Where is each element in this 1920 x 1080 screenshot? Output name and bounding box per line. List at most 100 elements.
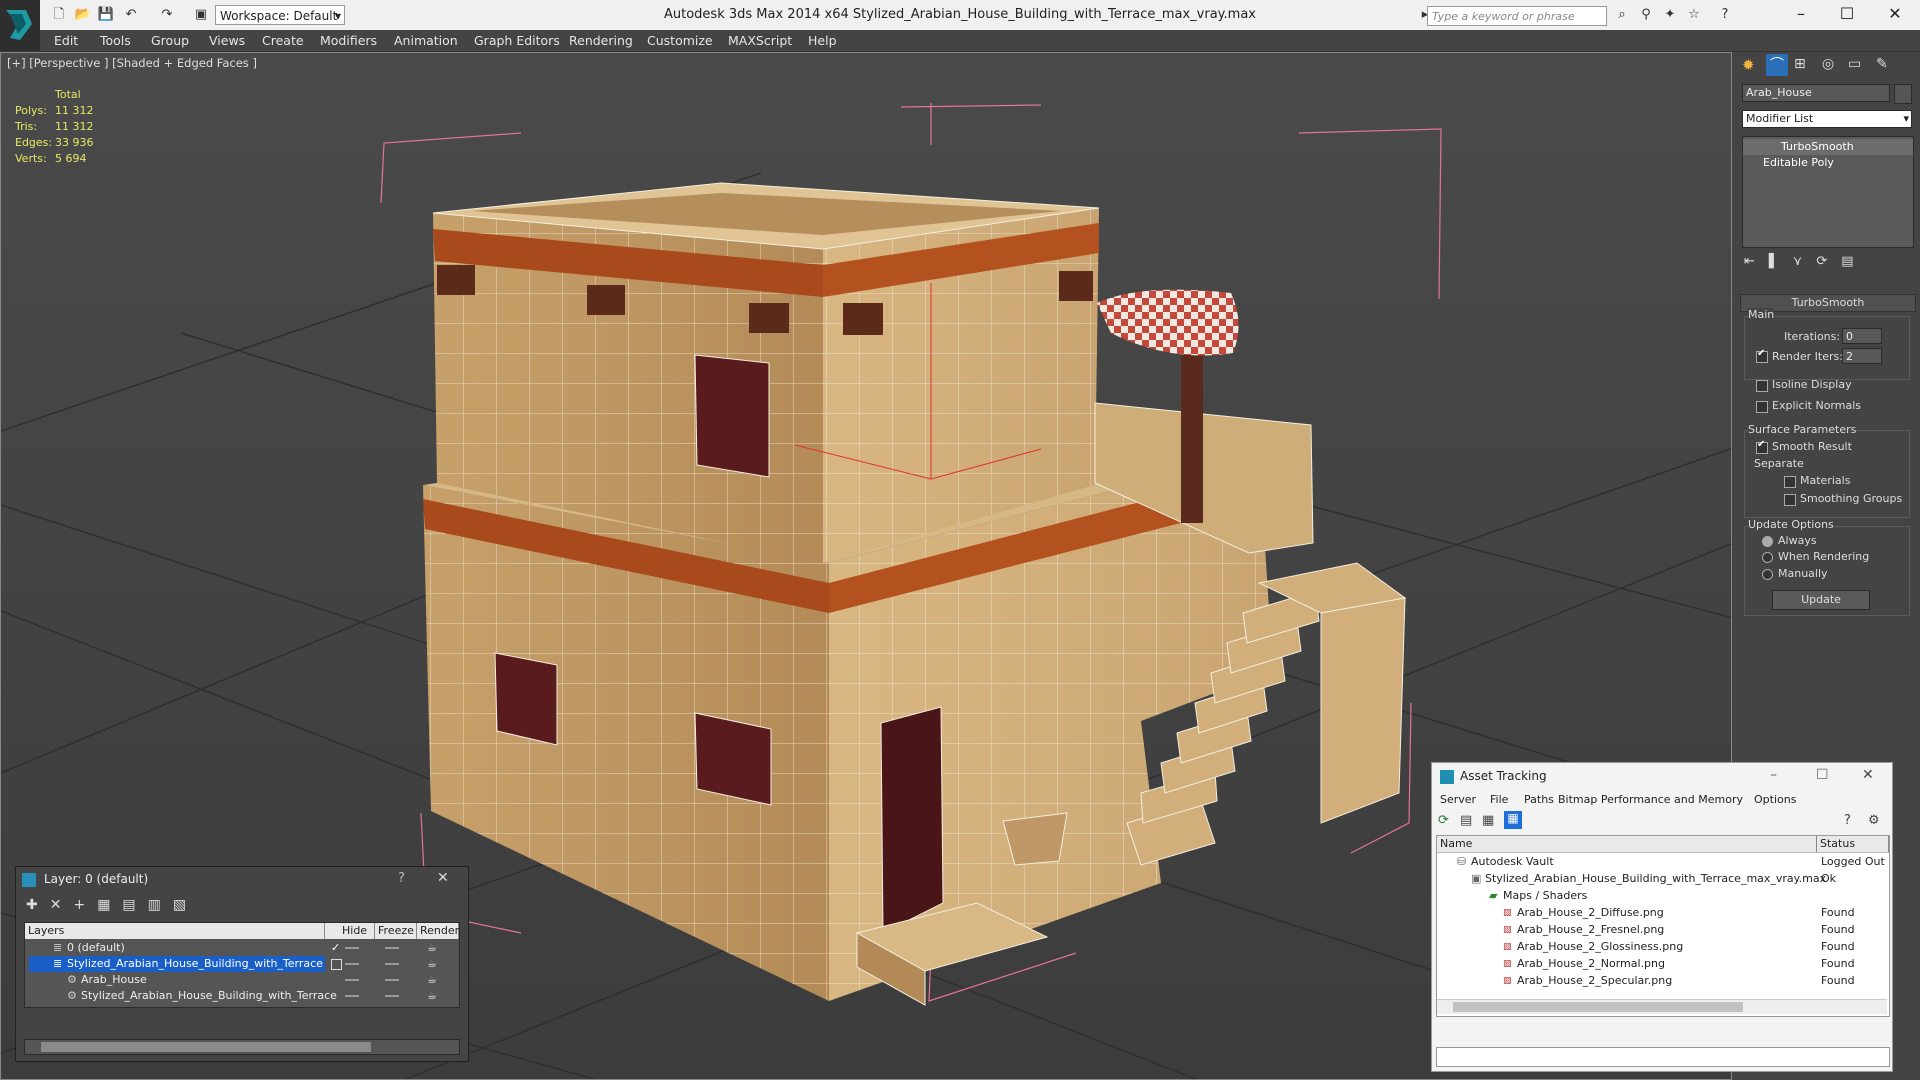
workspace-dropdown[interactable]: Workspace: Default ▾ bbox=[215, 5, 345, 25]
render-iters-spinner[interactable]: 2 bbox=[1842, 348, 1882, 364]
smoothing-groups-checkbox[interactable] bbox=[1784, 494, 1796, 506]
layer-toolbar[interactable]: ✚✕+▦▤▥▧ bbox=[26, 897, 198, 913]
stack-toolbar[interactable]: ⇤▌⋎⟳▤ bbox=[1744, 254, 1868, 269]
minimize-button[interactable]: – bbox=[1770, 767, 1777, 783]
binoculars-icon[interactable]: ⌕ bbox=[1613, 6, 1631, 24]
open-file-icon[interactable]: 📂 bbox=[74, 6, 92, 24]
hide-toggle[interactable] bbox=[345, 979, 359, 981]
menu-modifiers[interactable]: Modifiers bbox=[320, 33, 377, 48]
menu-views[interactable]: Views bbox=[209, 33, 245, 48]
modifier-list-dropdown[interactable]: Modifier List ▾ bbox=[1742, 110, 1912, 128]
freeze-toggle[interactable] bbox=[385, 995, 399, 997]
layer-row[interactable]: ⚙ Arab_House ☕ bbox=[25, 972, 459, 988]
utilities-tab-icon[interactable]: ✎ bbox=[1876, 56, 1888, 72]
asset-row[interactable]: ▰ Maps / Shaders bbox=[1437, 888, 1889, 904]
when-rendering-radio[interactable] bbox=[1762, 552, 1773, 563]
app-logo-icon[interactable] bbox=[0, 0, 40, 51]
horizontal-scrollbar[interactable] bbox=[1437, 999, 1887, 1014]
help-button[interactable]: ? bbox=[398, 871, 405, 886]
asset-row[interactable]: ⛁ Autodesk Vault Logged Out bbox=[1437, 854, 1889, 870]
layer-row[interactable]: ⚙ Stylized_Arabian_House_Building_with_T… bbox=[25, 988, 459, 1004]
isoline-checkbox[interactable] bbox=[1756, 380, 1768, 392]
column-freeze[interactable]: Freeze bbox=[375, 923, 417, 939]
render-teapot-icon[interactable]: ☕ bbox=[427, 956, 437, 972]
viewport-label[interactable]: [+] [Perspective ] [Shaded + Edged Faces… bbox=[7, 56, 257, 70]
project-folder-icon[interactable]: ▣ bbox=[192, 6, 210, 24]
menu-edit[interactable]: Edit bbox=[54, 33, 78, 48]
column-layers[interactable]: Layers bbox=[25, 923, 325, 939]
minimize-button[interactable]: – bbox=[1778, 0, 1824, 30]
stack-item-turbosmooth[interactable]: TurboSmooth bbox=[1743, 139, 1913, 155]
thumbnail-view-icon[interactable]: ▦ bbox=[1482, 813, 1494, 828]
search-input[interactable]: Type a keyword or phrase bbox=[1427, 6, 1607, 26]
render-teapot-icon[interactable]: ☕ bbox=[427, 988, 437, 1004]
asset-row[interactable]: ▧ Arab_House_2_Specular.png Found bbox=[1437, 973, 1889, 989]
asset-row[interactable]: ▧ Arab_House_2_Fresnel.png Found bbox=[1437, 922, 1889, 938]
horizontal-scrollbar[interactable] bbox=[24, 1039, 460, 1055]
update-button[interactable]: Update bbox=[1772, 590, 1870, 610]
iterations-spinner[interactable]: 0 bbox=[1842, 328, 1882, 344]
close-button[interactable]: ✕ bbox=[1872, 0, 1918, 30]
object-color-swatch[interactable] bbox=[1894, 84, 1912, 104]
maximize-button[interactable]: ☐ bbox=[1824, 0, 1870, 30]
new-file-icon[interactable]: 🗋 bbox=[50, 6, 68, 24]
render-teapot-icon[interactable]: ☕ bbox=[427, 972, 437, 988]
close-button[interactable]: ✕ bbox=[1862, 767, 1874, 783]
asset-row[interactable]: ▣ Stylized_Arabian_House_Building_with_Te… bbox=[1437, 871, 1889, 887]
column-status[interactable]: Status bbox=[1817, 836, 1889, 852]
hide-toggle[interactable] bbox=[345, 995, 359, 997]
hide-toggle[interactable] bbox=[345, 947, 359, 949]
create-tab-icon[interactable]: ✹ bbox=[1742, 56, 1762, 74]
modify-tab-icon[interactable]: ⌒ bbox=[1766, 54, 1788, 76]
undo-icon[interactable]: ↶ bbox=[122, 6, 140, 24]
redo-icon[interactable]: ↷ bbox=[158, 6, 176, 24]
materials-checkbox[interactable] bbox=[1784, 476, 1796, 488]
help-icon[interactable]: ? bbox=[1716, 6, 1734, 24]
menu-help[interactable]: Help bbox=[808, 33, 837, 48]
manually-radio[interactable] bbox=[1762, 569, 1773, 580]
column-hide[interactable]: Hide bbox=[339, 923, 375, 939]
display-tab-icon[interactable]: ▭ bbox=[1848, 56, 1861, 72]
key-icon[interactable]: ⚲ bbox=[1637, 6, 1655, 24]
menu-rendering[interactable]: Rendering bbox=[569, 33, 633, 48]
scrollbar-thumb[interactable] bbox=[1453, 1002, 1743, 1012]
freeze-toggle[interactable] bbox=[385, 979, 399, 981]
asset-row[interactable]: ▧ Arab_House_2_Glossiness.png Found bbox=[1437, 939, 1889, 955]
menu-server[interactable]: Server bbox=[1440, 793, 1476, 806]
menu-animation[interactable]: Animation bbox=[394, 33, 458, 48]
render-teapot-icon[interactable]: ☕ bbox=[427, 940, 437, 956]
communication-center-icon[interactable]: ✦ bbox=[1661, 6, 1679, 24]
menu-paths[interactable]: Paths bbox=[1524, 793, 1554, 806]
star-icon[interactable]: ☆ bbox=[1685, 6, 1703, 24]
list-view-icon[interactable]: ▤ bbox=[1460, 813, 1472, 828]
menu-bitmap-performance[interactable]: Bitmap Performance and Memory bbox=[1558, 793, 1743, 806]
hierarchy-tab-icon[interactable]: ⊞ bbox=[1794, 56, 1806, 72]
menu-graph-editors[interactable]: Graph Editors bbox=[474, 33, 560, 48]
explicit-normals-checkbox[interactable] bbox=[1756, 401, 1768, 413]
save-icon[interactable]: 💾 bbox=[97, 6, 115, 24]
column-name[interactable]: Name bbox=[1437, 836, 1817, 852]
object-name-field[interactable]: Arab_House bbox=[1742, 84, 1890, 102]
menu-group[interactable]: Group bbox=[151, 33, 189, 48]
freeze-toggle[interactable] bbox=[385, 963, 399, 965]
menu-create[interactable]: Create bbox=[262, 33, 304, 48]
path-field[interactable] bbox=[1436, 1047, 1890, 1067]
column-render[interactable]: Render bbox=[417, 923, 459, 939]
menu-tools[interactable]: Tools bbox=[100, 33, 131, 48]
settings-icon[interactable]: ⚙ bbox=[1868, 813, 1880, 828]
freeze-toggle[interactable] bbox=[385, 947, 399, 949]
menu-maxscript[interactable]: MAXScript bbox=[728, 33, 792, 48]
asset-row[interactable]: ▧ Arab_House_2_Normal.png Found bbox=[1437, 956, 1889, 972]
close-button[interactable]: ✕ bbox=[437, 870, 449, 886]
hide-toggle[interactable] bbox=[345, 963, 359, 965]
refresh-icon[interactable]: ⟳ bbox=[1438, 813, 1449, 828]
motion-tab-icon[interactable]: ◎ bbox=[1822, 56, 1834, 72]
scrollbar-thumb[interactable] bbox=[41, 1042, 371, 1052]
asset-row[interactable]: ▧ Arab_House_2_Diffuse.png Found bbox=[1437, 905, 1889, 921]
smooth-result-checkbox[interactable]: ✔ bbox=[1756, 439, 1768, 454]
menu-file[interactable]: File bbox=[1490, 793, 1508, 806]
menu-options[interactable]: Options bbox=[1754, 793, 1796, 806]
layer-row[interactable]: ≣ 0 (default) ✓ ☕ bbox=[25, 940, 459, 956]
render-iters-checkbox[interactable]: ✔ bbox=[1756, 348, 1768, 363]
menu-customize[interactable]: Customize bbox=[647, 33, 713, 48]
